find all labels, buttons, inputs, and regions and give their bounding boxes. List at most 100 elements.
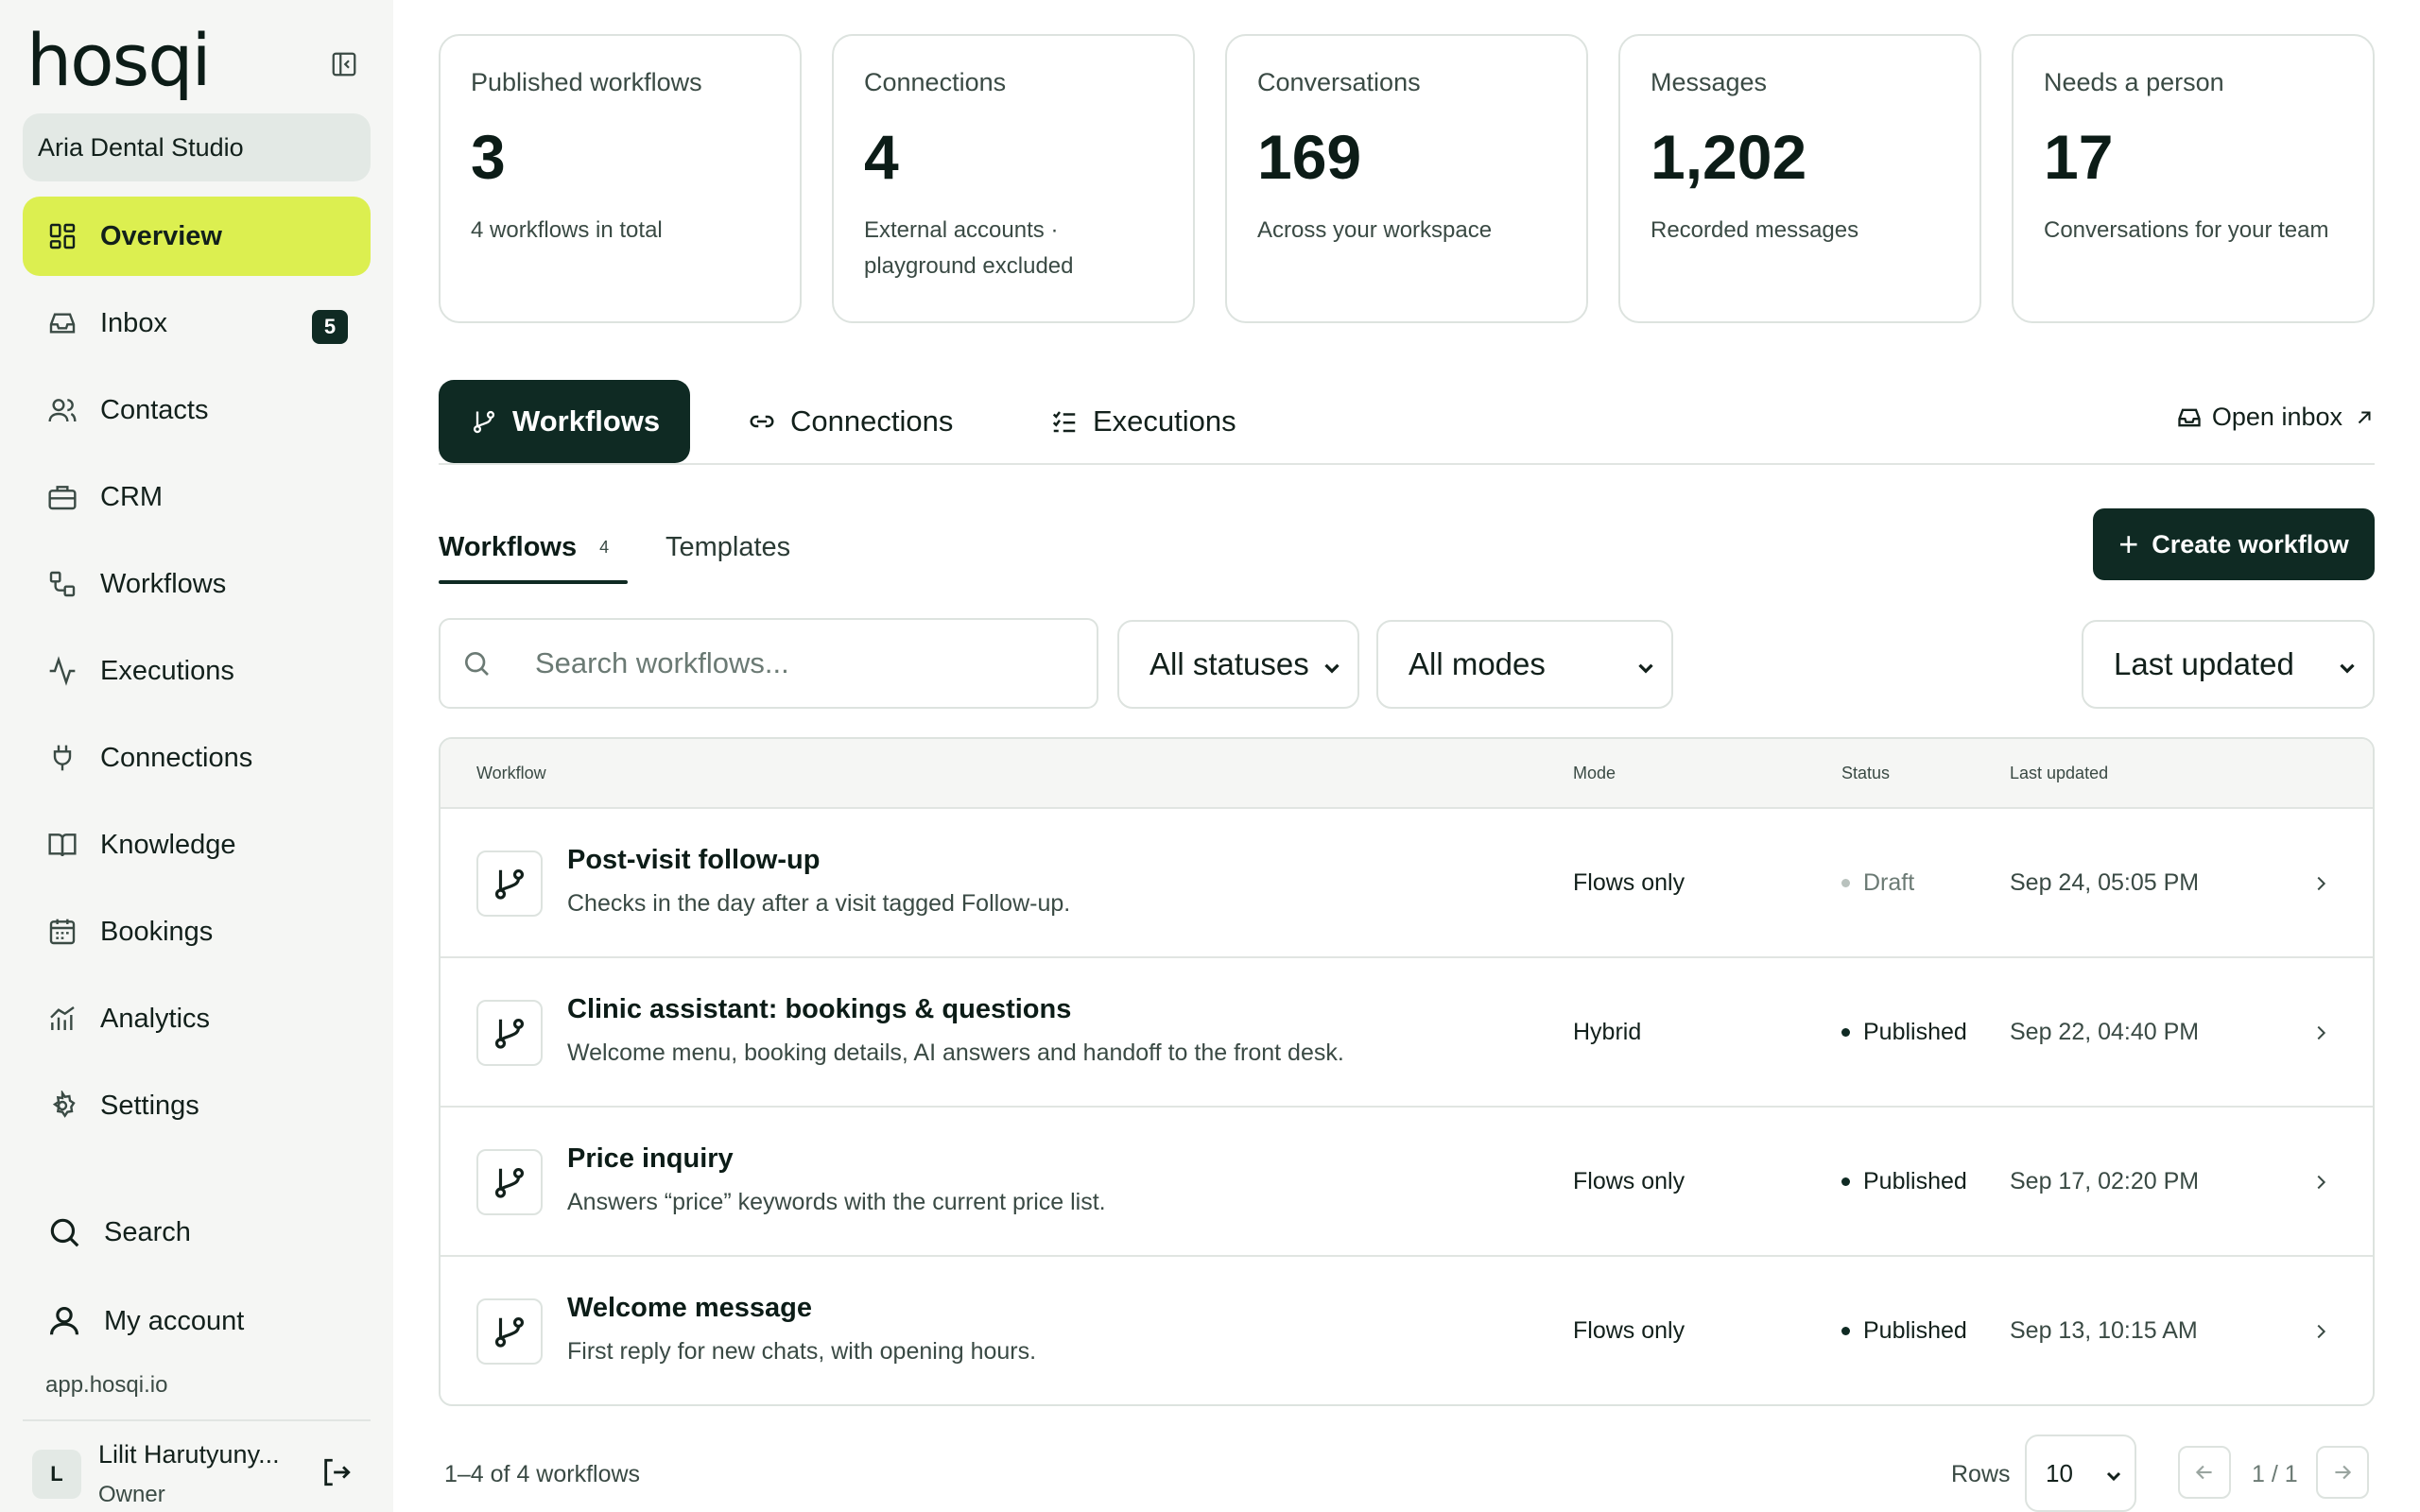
sidebar-item-connections[interactable]: Connections <box>23 718 371 798</box>
sidebar-search-label: Search <box>104 1216 191 1247</box>
workflow-title[interactable]: Welcome message <box>567 1293 812 1324</box>
workflow-title[interactable]: Post-visit follow-up <box>567 845 820 876</box>
tab-connections[interactable]: Connections <box>717 380 983 463</box>
status-filter-select[interactable]: All statuses <box>1117 620 1359 709</box>
sidebar-item-label: Bookings <box>100 916 214 947</box>
chevron-right-icon[interactable] <box>2307 1168 2335 1196</box>
tab-label: Executions <box>1093 404 1236 438</box>
table-row[interactable]: Clinic assistant: bookings & questions W… <box>441 958 2373 1108</box>
chevron-right-icon[interactable] <box>2307 869 2335 898</box>
workflow-search[interactable] <box>439 618 1098 709</box>
table-row[interactable]: Post-visit follow-up Checks in the day a… <box>441 809 2373 958</box>
workflow-description: Checks in the day after a visit tagged F… <box>567 890 1071 917</box>
tab-executions[interactable]: Executions <box>1019 380 1267 463</box>
sidebar-item-analytics[interactable]: Analytics <box>23 979 371 1058</box>
next-page-button[interactable] <box>2316 1446 2369 1499</box>
table-header: Workflow Mode Status Last updated <box>441 739 2373 809</box>
chevron-right-icon[interactable] <box>2307 1317 2335 1346</box>
workflow-last-updated: Sep 24, 05:05 PM <box>2010 869 2200 896</box>
stat-card-conversations: Conversations 169 Across your workspace <box>1225 34 1588 323</box>
workflow-last-updated: Sep 17, 02:20 PM <box>2010 1168 2200 1194</box>
chevron-down-icon <box>2102 1465 2125 1494</box>
workflow-mode: Flows only <box>1573 1168 1685 1194</box>
stat-value: 1,202 <box>1651 122 1807 192</box>
status-badge: Published <box>1841 1168 1967 1195</box>
sidebar-item-settings[interactable]: Settings <box>23 1066 371 1145</box>
previous-page-button[interactable] <box>2178 1446 2231 1499</box>
table-row[interactable]: Welcome message First reply for new chat… <box>441 1257 2373 1404</box>
checklist-icon <box>1049 406 1080 437</box>
table-row[interactable]: Price inquiry Answers “price” keywords w… <box>441 1108 2373 1257</box>
workflow-description: First reply for new chats, with opening … <box>567 1338 1037 1365</box>
logout-button[interactable] <box>318 1453 355 1491</box>
search-input[interactable] <box>533 645 1063 681</box>
branch-icon <box>476 1000 543 1066</box>
user-name: Lilit Harutyuny... <box>98 1440 280 1469</box>
sidebar-item-workflows[interactable]: Workflows <box>23 544 371 624</box>
subtab-templates[interactable]: Templates <box>666 524 790 571</box>
status-dot <box>1841 1177 1850 1186</box>
sidebar-item-label: Knowledge <box>100 829 236 860</box>
grid-icon <box>45 219 79 253</box>
tab-workflows[interactable]: Workflows <box>439 380 691 463</box>
sidebar-item-crm[interactable]: CRM <box>23 457 371 537</box>
avatar[interactable]: L <box>32 1450 81 1499</box>
status-badge: Published <box>1841 1019 1967 1046</box>
arrow-left-icon <box>2195 1465 2212 1480</box>
status-badge: Published <box>1841 1317 1967 1345</box>
sidebar-item-label: Workflows <box>100 568 227 599</box>
app-logo[interactable]: hosqi <box>26 25 212 96</box>
chevron-down-icon <box>1320 652 1344 688</box>
stat-label: Conversations <box>1257 68 1421 96</box>
sidebar-item-knowledge[interactable]: Knowledge <box>23 805 371 885</box>
chevron-down-icon <box>1634 652 1658 688</box>
plug-icon <box>45 741 79 775</box>
status-dot <box>1841 879 1850 887</box>
workflow-title[interactable]: Price inquiry <box>567 1143 734 1175</box>
link-icon <box>747 406 777 437</box>
stat-subtext: Across your workspace <box>1257 217 1493 243</box>
create-workflow-button[interactable]: + Create workflow <box>2093 508 2375 580</box>
sidebar-item-contacts[interactable]: Contacts <box>23 370 371 450</box>
sidebar-collapse-button[interactable] <box>327 47 361 81</box>
sort-select[interactable]: Last updated <box>2082 620 2375 709</box>
stat-label: Published workflows <box>471 68 702 96</box>
sidebar-item-label: Inbox <box>100 307 167 338</box>
main-content: Published workflows 3 4 workflows in tot… <box>393 0 2420 1512</box>
column-header-status: Status <box>1841 764 1891 782</box>
sidebar-search-button[interactable]: Search <box>23 1194 371 1270</box>
chevron-right-icon[interactable] <box>2307 1019 2335 1047</box>
stat-label: Connections <box>864 68 1007 96</box>
status-badge: Draft <box>1841 869 1914 897</box>
sidebar-item-overview[interactable]: Overview <box>23 197 371 276</box>
sidebar-item-executions[interactable]: Executions <box>23 631 371 711</box>
workflow-title[interactable]: Clinic assistant: bookings & questions <box>567 994 1071 1025</box>
rows-per-page-select[interactable]: 10 <box>2025 1435 2136 1512</box>
status-text: Draft <box>1863 869 1915 896</box>
sidebar-item-inbox[interactable]: Inbox 5 <box>23 284 371 363</box>
status-text: Published <box>1863 1168 1967 1194</box>
subtab-active-indicator <box>439 580 628 584</box>
results-count: 1–4 of 4 workflows <box>444 1461 641 1487</box>
logout-icon <box>324 1458 351 1486</box>
sidebar-item-bookings[interactable]: Bookings <box>23 892 371 971</box>
workspace-switcher[interactable]: Aria Dental Studio <box>23 113 371 181</box>
stat-card-connections: Connections 4 External accounts · playgr… <box>832 34 1195 323</box>
subtab-workflows[interactable]: Workflows 4 <box>439 524 609 571</box>
column-header-last-updated[interactable]: Last updated <box>2010 764 2108 783</box>
users-icon <box>45 393 79 427</box>
sidebar-item-label: Overview <box>100 220 222 251</box>
book-icon <box>45 828 79 862</box>
open-inbox-link[interactable]: Open inbox <box>2176 403 2375 432</box>
chevron-down-icon <box>2335 652 2360 688</box>
sidebar-account-button[interactable]: My account <box>23 1283 371 1359</box>
branch-icon <box>469 406 499 437</box>
mode-filter-select[interactable]: All modes <box>1376 620 1673 709</box>
stat-value: 4 <box>864 122 899 192</box>
sidebar-item-label: Contacts <box>100 394 209 425</box>
stat-subtext: Conversations for your team <box>2044 217 2329 243</box>
branch-icon <box>476 1149 543 1215</box>
stat-label: Needs a person <box>2044 68 2224 96</box>
workflow-mode: Flows only <box>1573 1317 1685 1344</box>
activity-icon <box>45 654 79 688</box>
